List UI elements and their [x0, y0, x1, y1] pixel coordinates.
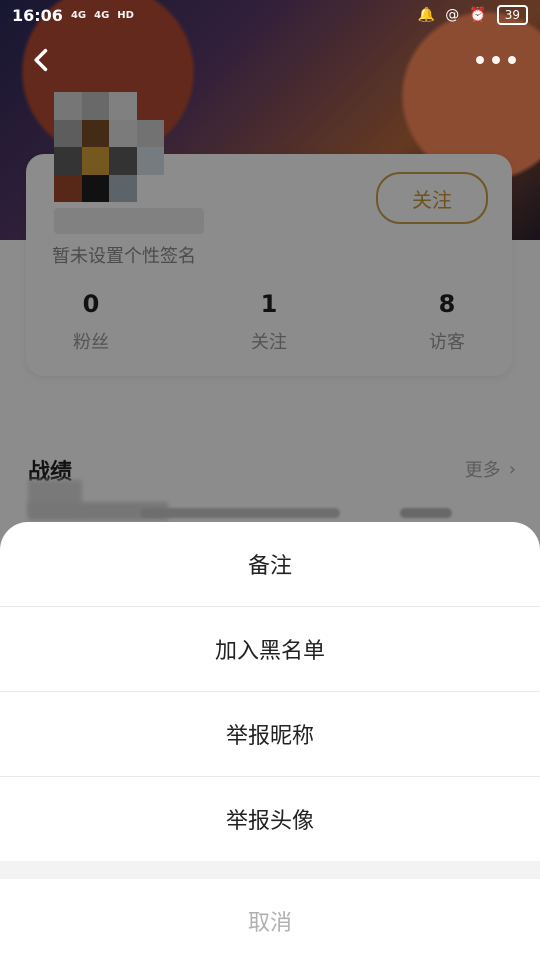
signal-2: 4G: [94, 9, 110, 21]
sheet-separator: [0, 861, 540, 879]
status-bar: 16:06 4G 4G HD 🔔 @ ⏰ 39: [0, 0, 540, 30]
signal-1: 4G: [70, 9, 87, 21]
status-right: 🔔 @ ⏰ 39: [418, 5, 528, 25]
action-remark[interactable]: 备注: [0, 522, 540, 607]
status-left: 16:06 4G 4G HD: [12, 6, 134, 25]
back-button[interactable]: [28, 46, 56, 74]
bell-icon: 🔔: [417, 7, 436, 23]
more-dot: [508, 56, 516, 64]
more-dot: [492, 56, 500, 64]
time: 16:06: [12, 5, 63, 25]
alarm-icon: ⏰: [469, 7, 487, 23]
cancel-button[interactable]: 取消: [0, 879, 540, 960]
more-dot: [476, 56, 484, 64]
at-icon: @: [445, 7, 460, 23]
action-report-avatar[interactable]: 举报头像: [0, 777, 540, 861]
more-button[interactable]: [476, 56, 516, 64]
battery-indicator: 39: [496, 5, 528, 25]
hd-indicator: HD: [117, 9, 134, 21]
chevron-left-icon: [34, 48, 48, 72]
action-blacklist[interactable]: 加入黑名单: [0, 607, 540, 692]
action-sheet: 备注 加入黑名单 举报昵称 举报头像 取消: [0, 522, 540, 960]
action-report-nickname[interactable]: 举报昵称: [0, 692, 540, 777]
profile-page: 16:06 4G 4G HD 🔔 @ ⏰ 39 关注 暂未设置个性签名 0 粉丝…: [0, 0, 540, 960]
